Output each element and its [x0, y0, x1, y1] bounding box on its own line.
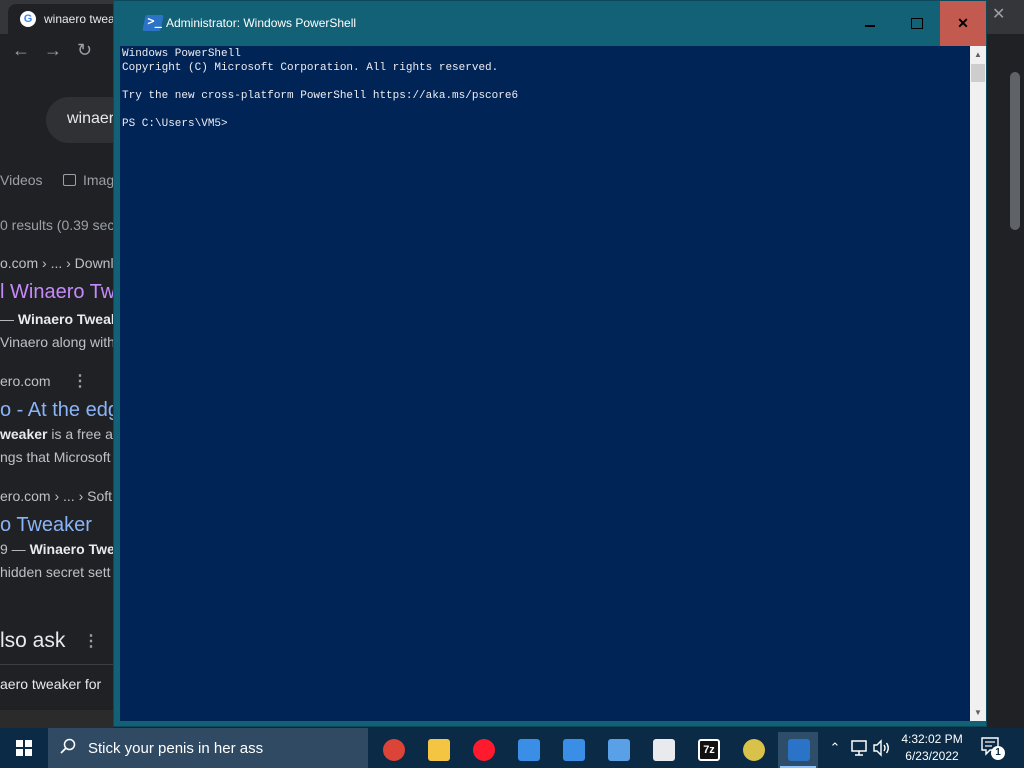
divider [0, 664, 113, 665]
image-icon [63, 174, 76, 186]
result-snippet: Vinaero along with [0, 334, 115, 350]
result-cite: ero.com [0, 373, 51, 389]
related-question[interactable]: aero tweaker for [0, 676, 101, 692]
app-monitor-icon [518, 739, 540, 761]
console-line: Copyright (C) Microsoft Corporation. All… [122, 62, 499, 74]
scroll-down-arrow-icon[interactable]: ▼ [970, 704, 986, 721]
app-remote-icon [608, 739, 630, 761]
minimize-button[interactable] [847, 1, 893, 46]
7zip-icon: 7z [698, 739, 720, 761]
close-icon: ✕ [957, 15, 969, 31]
desktop: G winaero twea ✕ ← → ↻ winaer Videos Ima… [0, 0, 1024, 768]
result-snippet: 9 — Winaero Twea [0, 541, 123, 557]
file-explorer-icon [428, 739, 450, 761]
system-clock[interactable]: 4:32:02 PM 6/23/2022 [892, 731, 972, 765]
taskbar-app-app-disc[interactable] [733, 732, 773, 768]
more-options-icon[interactable]: ⋮ [83, 631, 99, 651]
console-line: Try the new cross-platform PowerShell ht… [122, 90, 519, 102]
taskbar-app-chrome[interactable] [373, 732, 413, 768]
filter-images[interactable]: Imag [83, 172, 114, 188]
console-scrollbar[interactable]: ▲ ▼ [970, 46, 986, 721]
app-box-icon [653, 739, 675, 761]
console-output[interactable]: Windows PowerShell Copyright (C) Microsof… [120, 46, 970, 721]
result-snippet: ngs that Microsoft [0, 449, 111, 465]
powershell-icon [788, 739, 810, 761]
result-snippet: weaker is a free ap [0, 426, 121, 442]
taskbar-app-powershell[interactable] [778, 732, 818, 768]
taskbar-app-7zip[interactable]: 7z [688, 732, 728, 768]
reload-icon[interactable]: ↻ [77, 40, 92, 61]
result-cite: o.com › ... › Downl [0, 255, 114, 271]
powershell-icon: >_ [142, 14, 164, 31]
google-icon: G [20, 11, 36, 27]
result-title[interactable]: o - At the edg [0, 399, 119, 422]
people-also-ask-heading: lso ask [0, 629, 66, 652]
clock-date: 6/23/2022 [905, 749, 959, 763]
page-scrollbar-thumb[interactable] [1010, 72, 1020, 230]
window-title: Administrator: Windows PowerShell [166, 16, 357, 30]
result-title[interactable]: l Winaero Tw [0, 281, 115, 304]
scroll-up-arrow-icon[interactable]: ▲ [970, 46, 986, 63]
result-cite: ero.com › ... › Soft [0, 488, 113, 504]
start-button[interactable] [0, 728, 48, 768]
app-disc-icon [743, 739, 765, 761]
network-icon[interactable] [850, 739, 870, 757]
horizontal-scrollbar[interactable] [0, 710, 113, 728]
console-line: PS C:\Users\VM5> [122, 118, 228, 130]
taskbar-app-app-network[interactable] [553, 732, 593, 768]
search-icon [60, 738, 76, 754]
taskbar-app-app-box[interactable] [643, 732, 683, 768]
taskbar-app-opera[interactable] [463, 732, 503, 768]
forward-arrow-icon[interactable]: → [44, 40, 62, 61]
taskbar-app-app-remote[interactable] [598, 732, 638, 768]
filter-videos[interactable]: Videos [0, 172, 43, 188]
chrome-icon [383, 739, 405, 761]
search-query: winaer [67, 110, 115, 127]
taskbar-app-app-monitor[interactable] [508, 732, 548, 768]
taskbar: Stick your penis in her ass 7z ⌃ 4:32:02… [0, 728, 1024, 768]
volume-icon[interactable] [872, 739, 892, 757]
show-hidden-icons-chevron-icon[interactable]: ⌃ [826, 728, 844, 768]
app-network-icon [563, 739, 585, 761]
clock-time: 4:32:02 PM [901, 732, 963, 746]
maximize-button[interactable] [894, 1, 940, 46]
opera-icon [473, 739, 495, 761]
result-title[interactable]: o Tweaker [0, 514, 92, 537]
result-snippet: hidden secret sett [0, 564, 111, 580]
result-snippet: — Winaero Tweake [0, 311, 127, 327]
action-center-button[interactable]: 1 [980, 736, 1005, 760]
back-arrow-icon[interactable]: ← [12, 40, 30, 61]
tab-title: winaero twea [44, 12, 115, 26]
window-close-icon[interactable]: ✕ [992, 4, 1005, 24]
results-count: 0 results (0.39 sec [0, 217, 115, 233]
more-options-icon[interactable]: ⋮ [72, 371, 88, 391]
taskbar-search-box[interactable]: Stick your penis in her ass [48, 728, 368, 768]
windows-logo-icon [16, 740, 32, 756]
search-text: Stick your penis in her ass [88, 740, 264, 757]
powershell-window[interactable]: >_ Administrator: Windows PowerShell ✕ W… [113, 0, 987, 727]
close-button[interactable]: ✕ [940, 1, 986, 46]
scrollbar-thumb[interactable] [971, 64, 985, 82]
taskbar-app-file-explorer[interactable] [418, 732, 458, 768]
console-line: Windows PowerShell [122, 48, 241, 60]
notification-badge: 1 [991, 746, 1005, 760]
